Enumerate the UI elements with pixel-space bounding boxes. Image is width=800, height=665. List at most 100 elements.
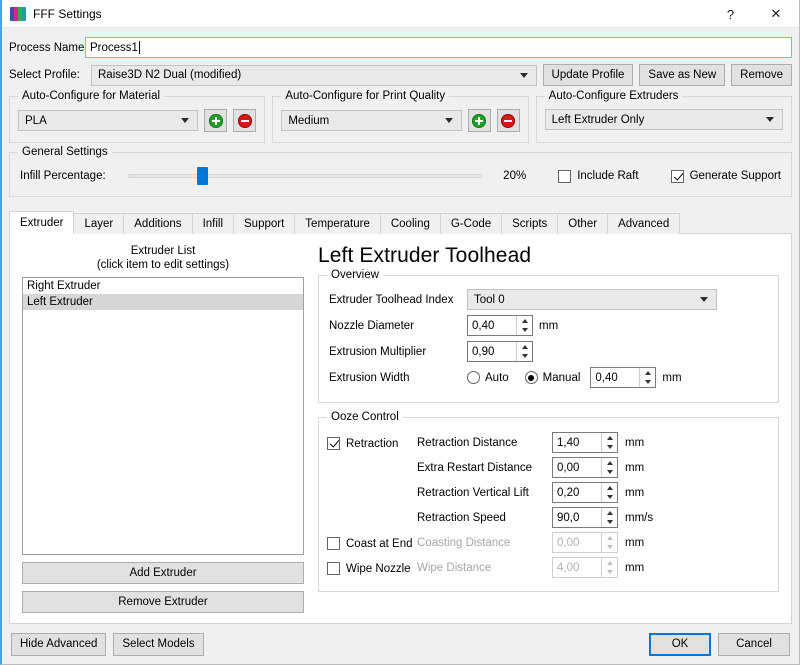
stepper-down-icon[interactable] <box>640 378 655 388</box>
stepper-down-icon[interactable] <box>602 468 617 478</box>
select-models-button[interactable]: Select Models <box>113 632 204 656</box>
update-profile-button[interactable]: Update Profile <box>542 64 634 86</box>
stepper-buttons[interactable] <box>516 316 532 335</box>
stepper-up-icon[interactable] <box>602 483 617 493</box>
help-button[interactable]: ? <box>708 0 753 28</box>
extruders-dropdown[interactable]: Left Extruder Only <box>544 109 783 130</box>
extrusion-width-label: Extrusion Width <box>329 371 410 384</box>
stepper-buttons[interactable] <box>601 433 617 452</box>
coast-at-end-checkbox[interactable]: Coast at End <box>327 531 412 556</box>
add-quality-button[interactable] <box>467 109 491 132</box>
extrusion-multiplier-stepper[interactable]: 0,90 <box>467 341 533 362</box>
slider-thumb[interactable] <box>196 167 208 185</box>
ooze-field-value: 1,40 <box>557 436 580 449</box>
extrusion-multiplier-label: Extrusion Multiplier <box>329 345 427 358</box>
extrusion-width-auto-radio[interactable]: Auto <box>467 371 509 384</box>
tab-support[interactable]: Support <box>233 213 296 234</box>
add-extruder-button[interactable]: Add Extruder <box>22 562 304 584</box>
stepper-buttons[interactable] <box>639 368 656 388</box>
generate-support-checkbox[interactable]: Generate Support <box>670 169 781 183</box>
tab-infill[interactable]: Infill <box>191 213 235 234</box>
infill-percentage-slider[interactable] <box>128 167 483 185</box>
tab-g-code[interactable]: G-Code <box>439 213 503 234</box>
retraction-label: Retraction <box>346 437 399 450</box>
nozzle-diameter-value: 0,40 <box>472 319 495 332</box>
stepper-up-icon[interactable] <box>517 342 532 352</box>
stepper-buttons[interactable] <box>601 458 617 477</box>
retraction-checkbox[interactable]: Retraction <box>327 431 398 456</box>
stepper-up-icon[interactable] <box>602 508 617 518</box>
select-profile-dropdown[interactable]: Raise3D N2 Dual (modified) <box>91 64 537 86</box>
ooze-field-label: Wipe Distance <box>417 561 492 574</box>
ooze-field-value: 90,0 <box>557 511 580 524</box>
stepper-down-icon[interactable] <box>517 326 532 336</box>
quality-dropdown[interactable]: Medium <box>281 110 462 131</box>
stepper-down-icon[interactable] <box>602 493 617 503</box>
include-raft-checkbox[interactable]: Include Raft <box>558 169 639 183</box>
tab-advanced[interactable]: Advanced <box>607 213 681 234</box>
ok-button[interactable]: OK <box>649 632 711 656</box>
fff-settings-window: FFF Settings ? ✕ Process Name: Process1 … <box>0 0 800 665</box>
wipe-nozzle-checkbox[interactable]: Wipe Nozzle <box>327 556 411 581</box>
tab-layer[interactable]: Layer <box>73 213 125 234</box>
ooze-field-stepper[interactable]: 1,40 <box>552 432 618 453</box>
tab-extruder[interactable]: Extruder <box>9 211 75 234</box>
window-controls: ? ✕ <box>708 0 799 28</box>
ooze-field-stepper[interactable]: 0,20 <box>552 482 618 503</box>
ooze-field-stepper[interactable]: 90,0 <box>552 507 618 528</box>
save-as-new-button[interactable]: Save as New <box>639 64 726 86</box>
tab-additions[interactable]: Additions <box>123 213 193 234</box>
material-dropdown[interactable]: PLA <box>18 110 199 131</box>
remove-material-button[interactable] <box>233 109 257 132</box>
extrusion-width-manual-label: Manual <box>542 371 581 384</box>
extruder-listbox[interactable]: Right Extruder Left Extruder <box>22 277 304 555</box>
text-caret <box>138 41 140 54</box>
close-icon[interactable]: ✕ <box>753 0 799 28</box>
title-bar: FFF Settings ? ✕ <box>2 0 799 28</box>
ooze-field-value: 0,00 <box>557 536 580 549</box>
stepper-buttons[interactable] <box>516 342 532 361</box>
ooze-field-label: Retraction Speed <box>417 511 506 524</box>
stepper-up-icon[interactable] <box>517 316 532 326</box>
extrusion-width-manual-radio[interactable]: Manual <box>524 371 581 384</box>
list-item[interactable]: Left Extruder <box>23 294 303 310</box>
tab-scripts[interactable]: Scripts <box>501 213 559 234</box>
remove-quality-button[interactable] <box>496 109 520 132</box>
remove-extruder-button[interactable]: Remove Extruder <box>22 591 304 613</box>
extrusion-width-unit: mm <box>662 371 682 384</box>
stepper-up-icon[interactable] <box>602 433 617 443</box>
hide-advanced-button[interactable]: Hide Advanced <box>11 632 107 656</box>
tab-cooling[interactable]: Cooling <box>379 213 441 234</box>
ooze-control-title: Ooze Control <box>327 411 403 423</box>
ooze-field-label: Coasting Distance <box>417 536 511 549</box>
auto-configure-quality-group: Auto-Configure for Print Quality Medium <box>272 90 529 143</box>
stepper-down-icon[interactable] <box>517 352 532 362</box>
nozzle-diameter-label: Nozzle Diameter <box>329 319 414 332</box>
ooze-field-unit: mm <box>625 486 645 499</box>
stepper-down-icon[interactable] <box>602 518 617 528</box>
list-item-label: Left Extruder <box>27 296 93 308</box>
tab-label: Advanced <box>618 218 670 230</box>
add-material-button[interactable] <box>204 109 228 132</box>
stepper-buttons[interactable] <box>601 483 617 502</box>
list-item[interactable]: Right Extruder <box>23 278 303 294</box>
extrusion-width-stepper[interactable]: 0,40 <box>590 367 657 388</box>
toolhead-settings-column: Left Extruder Toolhead Overview Extruder… <box>304 244 779 613</box>
process-name-row: Process Name: Process1 <box>9 37 792 58</box>
stepper-up-icon[interactable] <box>640 368 655 378</box>
stepper-down-icon[interactable] <box>602 443 617 453</box>
process-name-input[interactable]: Process1 <box>85 37 792 58</box>
tab-label: Support <box>244 218 285 230</box>
stepper-up-icon <box>602 558 617 568</box>
tab-temperature[interactable]: Temperature <box>294 213 381 234</box>
toolhead-index-row: Extruder Toolhead Index Tool 0 <box>329 288 768 311</box>
nozzle-diameter-stepper[interactable]: 0,40 <box>467 315 533 336</box>
cancel-button[interactable]: Cancel <box>718 632 790 656</box>
tab-other[interactable]: Other <box>557 213 609 234</box>
tab-label: Layer <box>84 218 114 230</box>
stepper-up-icon[interactable] <box>602 458 617 468</box>
toolhead-index-dropdown[interactable]: Tool 0 <box>467 289 717 310</box>
stepper-buttons[interactable] <box>601 508 617 527</box>
remove-profile-button[interactable]: Remove <box>731 64 792 86</box>
ooze-field-stepper[interactable]: 0,00 <box>552 457 618 478</box>
